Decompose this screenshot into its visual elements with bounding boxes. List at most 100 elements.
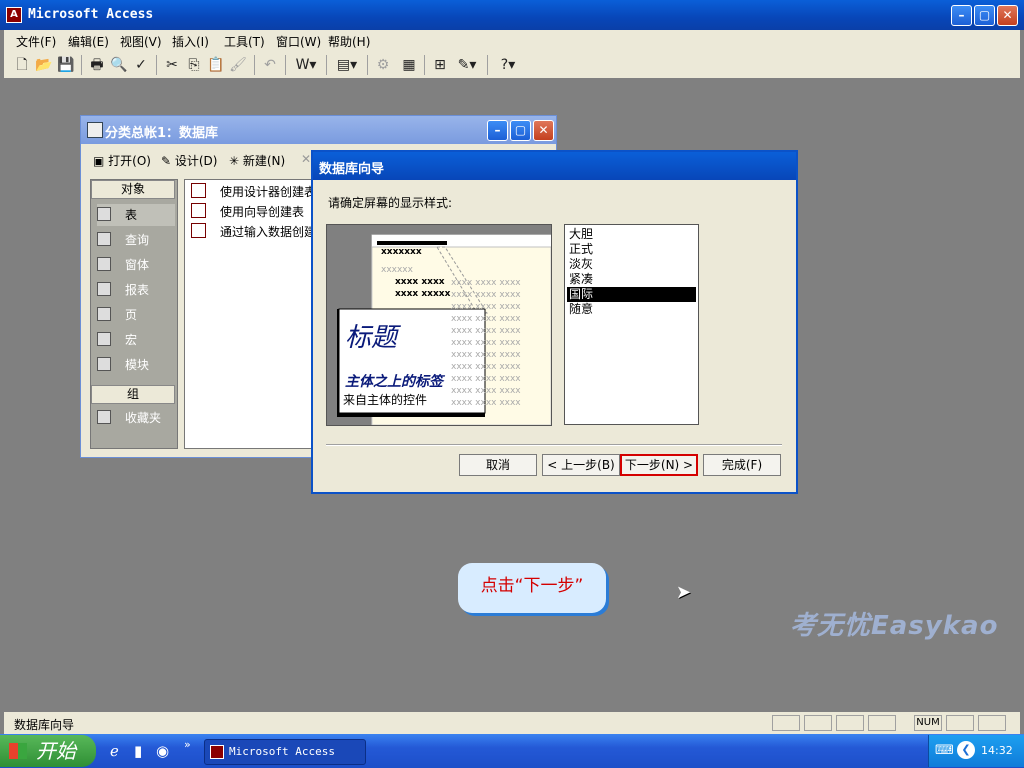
back-button[interactable]: < 上一步(B) [542, 454, 620, 476]
analyze-icon[interactable]: ▤▾ [332, 55, 362, 75]
status-bar: 数据库向导 NUM [4, 712, 1020, 734]
group-favorites[interactable]: 收藏夹 [97, 407, 175, 429]
preview-heading: 标题 [345, 323, 398, 353]
style-option[interactable]: 大胆 [567, 227, 696, 242]
cancel-button[interactable]: 取消 [459, 454, 537, 476]
object-label: 模块 [125, 358, 150, 372]
relationships-icon[interactable]: ⊞ [430, 55, 450, 75]
open-button[interactable]: ▣ 打开(O) [93, 152, 151, 169]
spelling-icon[interactable]: ✓ [131, 55, 151, 75]
object-label: 表 [125, 208, 138, 222]
toolbar-separator [156, 55, 157, 75]
quick-launch-icon[interactable]: ◉ [156, 742, 169, 760]
new-file-icon[interactable]: 🗋 [12, 55, 32, 75]
style-option[interactable]: 正式 [567, 242, 696, 257]
taskbar-access-button[interactable]: Microsoft Access [204, 739, 366, 765]
help-icon[interactable]: ?▾ [493, 55, 523, 75]
cut-icon[interactable]: ✂ [162, 55, 182, 75]
back-arrow-icon[interactable]: ❮ [957, 741, 975, 759]
menu-help[interactable]: 帮助(H) [328, 33, 370, 50]
object-forms[interactable]: 窗体 [97, 254, 175, 276]
toolbar: 🗋 📂 💾 🖶 🔍 ✓ ✂ ⎘ 📋 🖌 ↶ W▾ ▤▾ ⚙ ▦ ⊞ ✎▾ ?▾ [4, 51, 1020, 79]
watermark: 考无忧Easykao [790, 611, 999, 641]
db-close-button[interactable]: ✕ [533, 120, 554, 141]
new-object-icon[interactable]: ✎▾ [452, 55, 482, 75]
open-folder-icon[interactable]: 📂 [34, 55, 54, 75]
toolbar-separator [487, 55, 488, 75]
toolbar-separator [81, 55, 82, 75]
design-button[interactable]: ✎ 设计(D) [161, 152, 217, 169]
style-option[interactable]: 随意 [567, 302, 696, 317]
wizard-icon [191, 223, 206, 238]
format-painter-icon[interactable]: 🖌 [228, 55, 248, 75]
menu-view[interactable]: 视图(V) [120, 33, 162, 50]
title-bar: A Microsoft Access – ▢ ✕ [0, 0, 1024, 30]
module-icon [97, 357, 111, 371]
new-button[interactable]: ✳ 新建(N) [229, 152, 285, 169]
toolbar-separator [285, 55, 286, 75]
keyboard-icon[interactable]: ⌨ [935, 743, 954, 758]
ie-icon[interactable]: ℯ [110, 742, 119, 760]
db-minimize-button[interactable]: – [487, 120, 508, 141]
report-icon [97, 282, 111, 296]
chevron-icon[interactable]: » [184, 738, 191, 751]
close-button[interactable]: ✕ [997, 5, 1018, 26]
style-option[interactable]: 紧凑 [567, 272, 696, 287]
design-icon: ✎ [161, 154, 175, 168]
code-icon[interactable]: ⚙ [373, 55, 393, 75]
macro-icon [97, 332, 111, 346]
status-cell [836, 715, 864, 731]
list-item[interactable]: 使用设计器创建表 [191, 182, 316, 202]
object-macros[interactable]: 宏 [97, 329, 175, 351]
objects-header[interactable]: 对象 [91, 180, 175, 199]
list-item[interactable]: 通过输入数据创建 [191, 222, 316, 242]
preview-sample: xxxxxxx [381, 247, 422, 257]
print-icon[interactable]: 🖶 [87, 55, 107, 75]
minimize-button[interactable]: – [951, 5, 972, 26]
paste-icon[interactable]: 📋 [206, 55, 226, 75]
menu-edit[interactable]: 编辑(E) [68, 33, 109, 50]
object-reports[interactable]: 报表 [97, 279, 175, 301]
style-option[interactable]: 淡灰 [567, 257, 696, 272]
access-app-icon [210, 745, 224, 759]
favorites-label: 收藏夹 [125, 411, 162, 425]
object-modules[interactable]: 模块 [97, 354, 175, 376]
object-queries[interactable]: 查询 [97, 229, 175, 251]
finish-button[interactable]: 完成(F) [703, 454, 781, 476]
status-cell [772, 715, 800, 731]
object-label: 窗体 [125, 258, 150, 272]
maximize-button[interactable]: ▢ [974, 5, 995, 26]
access-app-icon[interactable]: A [6, 7, 22, 23]
object-tables[interactable]: 表 [97, 204, 175, 226]
db-maximize-button[interactable]: ▢ [510, 120, 531, 141]
start-button[interactable]: 开始 [0, 735, 96, 767]
next-button[interactable]: 下一步(N) > [620, 454, 698, 476]
style-option-selected[interactable]: 国际 [567, 287, 696, 302]
menu-insert[interactable]: 插入(I) [172, 33, 209, 50]
start-label: 开始 [36, 739, 76, 763]
wizard-titlebar[interactable]: 数据库向导 [313, 152, 796, 180]
copy-icon[interactable]: ⎘ [184, 55, 204, 75]
menu-window[interactable]: 窗口(W) [276, 33, 321, 50]
list-item[interactable]: 使用向导创建表 [191, 202, 304, 222]
quick-launch-icon[interactable]: ▮ [134, 742, 142, 760]
database-window-titlebar[interactable]: 分类总帐1：数据库 – ▢ ✕ [81, 116, 556, 144]
status-cell [978, 715, 1006, 731]
style-listbox[interactable]: 大胆 正式 淡灰 紧凑 国际 随意 [564, 224, 699, 425]
menu-bar: 文件(F) 编辑(E) 视图(V) 插入(I) 工具(T) 窗口(W) 帮助(H… [4, 30, 1020, 51]
groups-header[interactable]: 组 [91, 385, 175, 404]
office-links-icon[interactable]: W▾ [291, 55, 321, 75]
menu-file[interactable]: 文件(F) [16, 33, 56, 50]
wizard-prompt: 请确定屏幕的显示样式: [328, 196, 453, 210]
divider [326, 444, 782, 446]
status-cell [946, 715, 974, 731]
database-wizard-dialog: 数据库向导 请确定屏幕的显示样式: xxxxxxx xxxxxx xxxx xx… [311, 150, 798, 494]
properties-icon[interactable]: ▦ [399, 55, 419, 75]
delete-icon[interactable]: ✕ [301, 152, 311, 166]
save-icon[interactable]: 💾 [56, 55, 76, 75]
preview-sample: xxxxxx [381, 265, 413, 275]
menu-tools[interactable]: 工具(T) [224, 33, 265, 50]
object-pages[interactable]: 页 [97, 304, 175, 326]
print-preview-icon[interactable]: 🔍 [109, 55, 129, 75]
undo-icon[interactable]: ↶ [260, 55, 280, 75]
